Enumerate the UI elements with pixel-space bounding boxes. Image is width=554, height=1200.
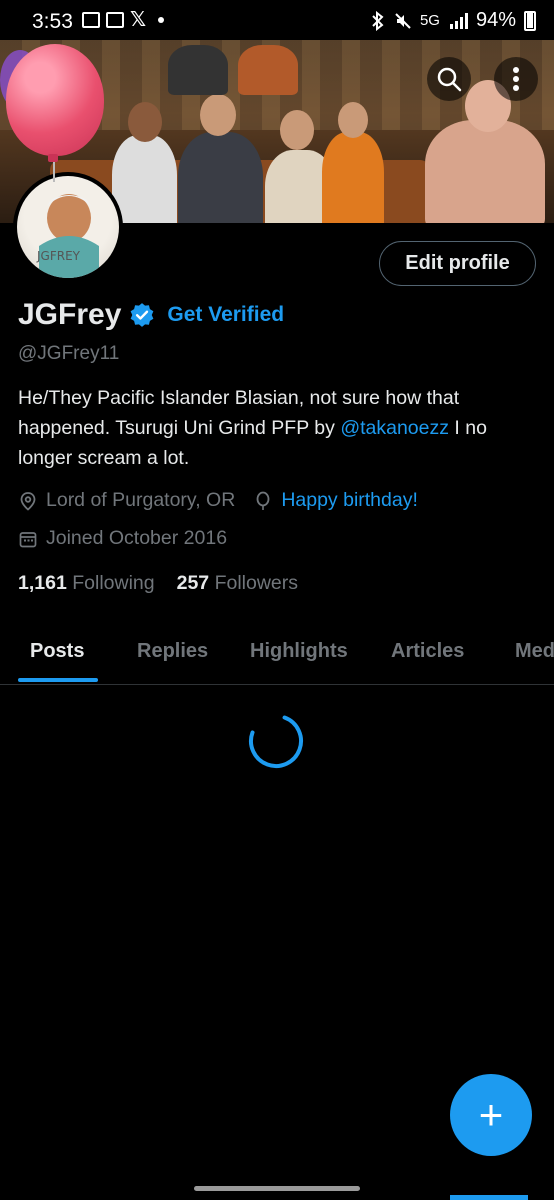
- tab-posts[interactable]: Posts: [30, 640, 84, 663]
- fab-shadow-edge: [450, 1195, 528, 1200]
- banner-person: [425, 120, 545, 223]
- banner-person-head: [280, 110, 314, 150]
- banner-person: [112, 135, 177, 223]
- banner-person-head: [128, 102, 162, 142]
- display-name: JGFrey: [18, 298, 122, 331]
- avatar-illustration: JGFREY: [36, 194, 99, 278]
- avatar-image: JGFREY: [17, 176, 119, 278]
- home-indicator[interactable]: [194, 1186, 360, 1191]
- profile-name-row: JGFrey Get Verified: [18, 298, 284, 332]
- signal-icon: [449, 12, 468, 29]
- balloon-icon: [256, 491, 270, 510]
- balloon-knot: [48, 154, 58, 162]
- battery-percent: 94%: [475, 9, 516, 31]
- banner-person: [238, 45, 298, 95]
- banner-person-head: [200, 94, 236, 136]
- loading-spinner-icon: [249, 715, 303, 768]
- status-bar: 3:53 𝕏 5G 94%: [0, 0, 554, 40]
- x-app-icon: 𝕏: [130, 9, 147, 31]
- tab-articles[interactable]: Articles: [391, 640, 464, 663]
- profile-tabs: Posts Replies Highlights Articles Media: [0, 620, 554, 685]
- more-vertical-icon: [513, 67, 519, 91]
- followers-label: Followers: [214, 572, 299, 594]
- profile-meta-row: Lord of Purgatory, OR Happy birthday!: [18, 489, 418, 512]
- location-text: Lord of Purgatory, OR: [46, 489, 236, 511]
- search-icon: [437, 67, 462, 92]
- following-label: Following: [72, 572, 155, 594]
- birthday-balloon-icon: [6, 44, 104, 156]
- get-verified-link[interactable]: Get Verified: [167, 303, 284, 327]
- status-notification-icons: 𝕏: [82, 9, 165, 31]
- tab-replies[interactable]: Replies: [137, 640, 208, 663]
- follow-stats: 1,161 Following 257 Followers: [18, 572, 298, 595]
- followers-link[interactable]: 257 Followers: [177, 572, 298, 595]
- location-pin-icon: [20, 491, 36, 511]
- compose-post-button[interactable]: +: [450, 1074, 532, 1156]
- verified-badge-icon: [131, 303, 154, 327]
- mute-icon: [395, 12, 411, 29]
- balloon-string: [53, 162, 55, 182]
- avatar-signature: JGFREY: [36, 249, 81, 263]
- banner-person: [322, 132, 384, 223]
- following-count: 1,161: [18, 572, 67, 594]
- more-options-button[interactable]: [494, 57, 538, 101]
- banner-person-head: [338, 102, 368, 138]
- banner-person: [168, 45, 228, 95]
- followers-count: 257: [176, 572, 210, 594]
- edit-profile-button[interactable]: Edit profile: [379, 241, 536, 286]
- network-type: 5G: [419, 12, 440, 29]
- joined-date: Joined October 2016: [46, 527, 228, 549]
- bluetooth-icon: [372, 10, 384, 31]
- following-link[interactable]: 1,161 Following: [18, 572, 155, 595]
- tab-highlights[interactable]: Highlights: [250, 640, 348, 663]
- notification-dot-icon: [158, 17, 165, 23]
- plus-icon: +: [478, 1091, 504, 1138]
- profile-avatar[interactable]: JGFREY: [13, 172, 123, 282]
- bio-mention-link[interactable]: @takanoezz: [340, 417, 449, 439]
- active-tab-indicator: [18, 678, 98, 682]
- profile-bio: He/They Pacific Islander Blasian, not su…: [18, 383, 538, 473]
- tab-media[interactable]: Media: [515, 640, 554, 663]
- calendar-icon: [19, 531, 37, 547]
- banner-person: [178, 132, 263, 223]
- battery-icon: [524, 10, 536, 31]
- birthday-link[interactable]: Happy birthday!: [281, 489, 418, 512]
- search-button[interactable]: [427, 57, 471, 101]
- calendar-notification-icon: [82, 12, 100, 28]
- status-time: 3:53: [32, 10, 73, 33]
- card-notification-icon: [106, 12, 124, 28]
- profile-joined-row: Joined October 2016: [18, 527, 227, 550]
- user-handle: @JGFrey11: [18, 343, 120, 364]
- status-system-icons: 5G 94%: [370, 9, 536, 32]
